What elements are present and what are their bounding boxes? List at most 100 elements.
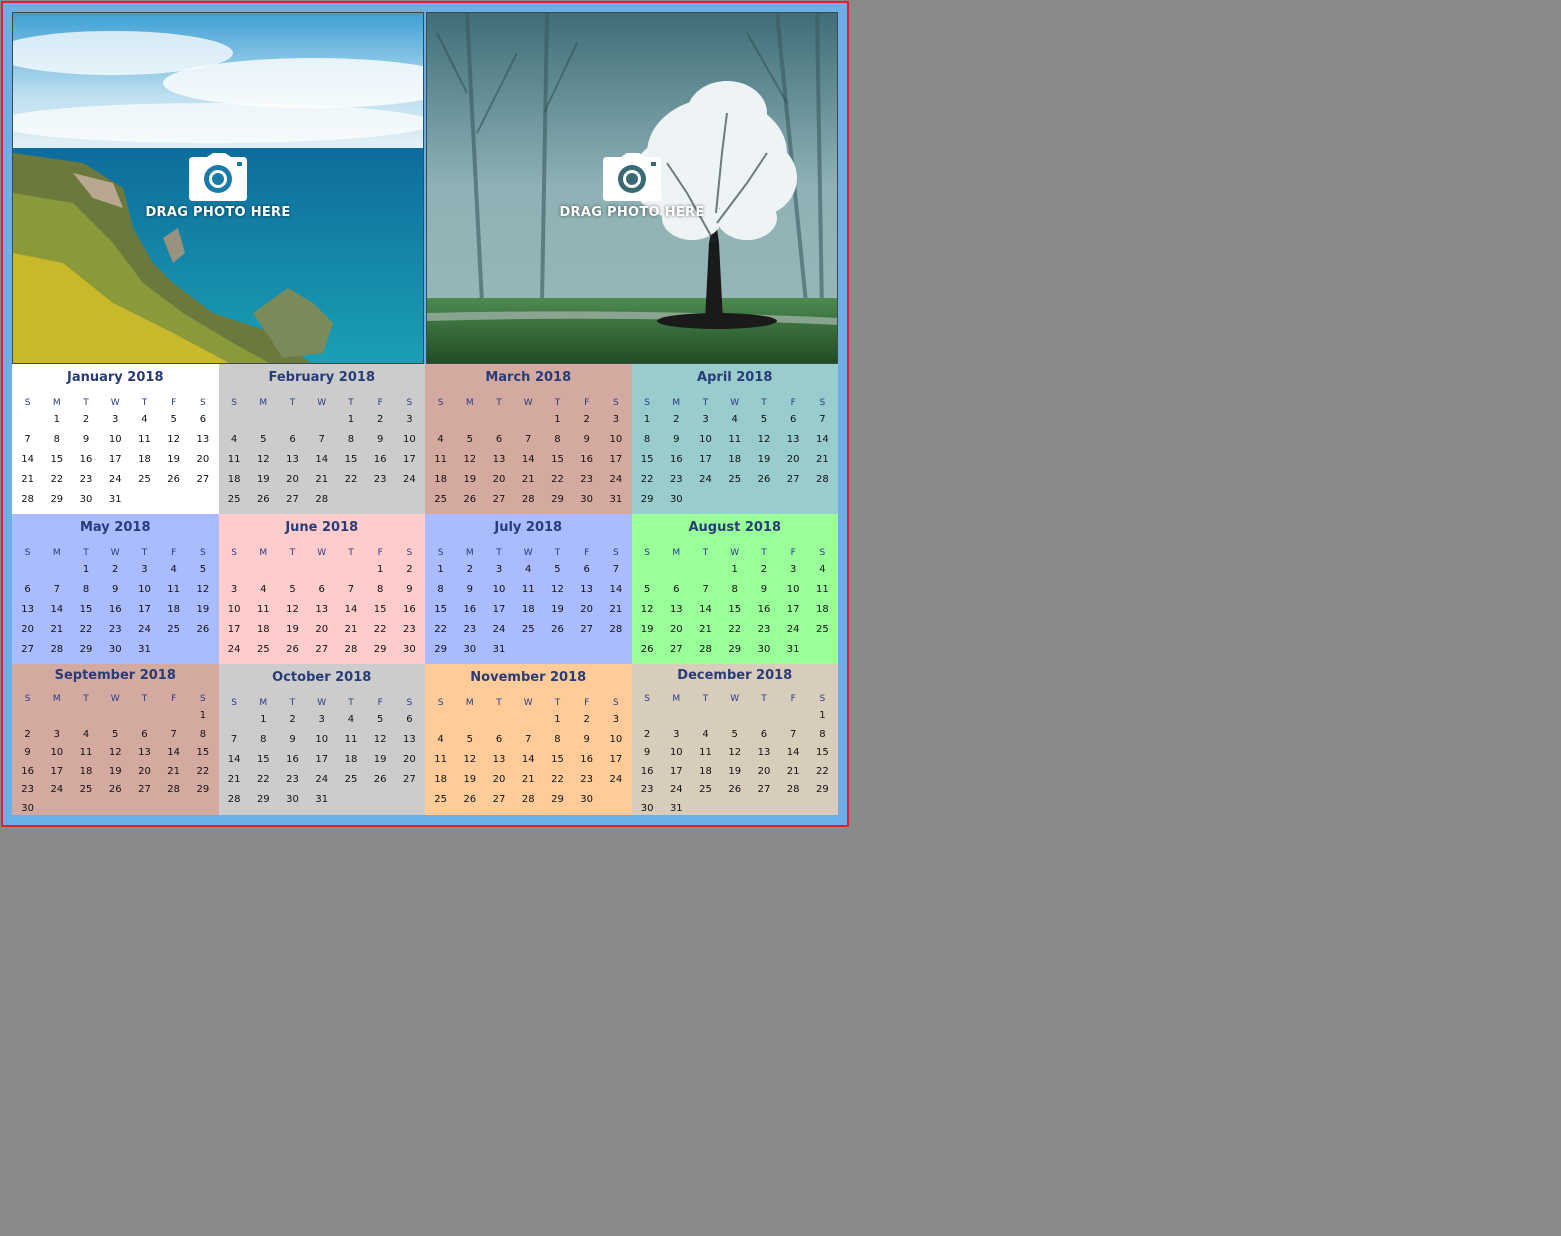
day-cell: 20 bbox=[315, 624, 329, 635]
day-cell: 16 bbox=[403, 604, 416, 615]
drag-photo-label: DRAG PHOTO HERE bbox=[145, 205, 291, 220]
day-cell: 6 bbox=[495, 434, 503, 445]
day-cell: 9 bbox=[112, 584, 119, 595]
day-cell: 5 bbox=[289, 584, 296, 595]
month-title: October 2018 bbox=[272, 670, 372, 685]
weekday-header: W bbox=[110, 694, 120, 704]
day-cell: 19 bbox=[640, 624, 654, 635]
day-cell: 16 bbox=[108, 604, 122, 615]
day-cell: 15 bbox=[728, 604, 742, 615]
day-cell-empty bbox=[633, 560, 662, 580]
day-cell: 2 bbox=[643, 728, 651, 740]
day-cell: 2 bbox=[466, 564, 473, 575]
weekday-header: W bbox=[523, 398, 533, 408]
day-cell: 8 bbox=[53, 434, 60, 445]
day-cell: 7 bbox=[170, 728, 177, 740]
day-cell: 1 bbox=[819, 710, 826, 721]
weekday-header: T bbox=[761, 398, 767, 408]
day-cell: 21 bbox=[521, 474, 535, 485]
day-cell: 13 bbox=[669, 604, 683, 615]
day-grid: S M T W T F S 1 2 3 4 5 6 7 8 9 10 11 12 13 14 15 16 17 18 19 20 21… bbox=[219, 690, 426, 810]
day-cell: 26 bbox=[196, 624, 210, 635]
day-cell-empty bbox=[484, 410, 513, 430]
day-cell-empty bbox=[720, 706, 749, 725]
day-cell: 15 bbox=[551, 454, 564, 465]
day-cell: 13 bbox=[757, 747, 771, 758]
month-title: February 2018 bbox=[268, 370, 375, 385]
weekday-header: T bbox=[83, 548, 89, 558]
month-march: March 2018 S M T W T F S 1 2 3 4 5 6 7 8 9 10 11 12 13 14 15 16… bbox=[425, 364, 632, 514]
day-cell: 5 bbox=[643, 584, 651, 595]
day-cell: 2 bbox=[583, 714, 590, 725]
day-cell: 12 bbox=[256, 454, 270, 465]
day-cell: 23 bbox=[757, 624, 771, 635]
weekday-header: M bbox=[672, 398, 681, 408]
day-cell: 7 bbox=[612, 564, 620, 575]
day-cell: 2 bbox=[583, 414, 590, 425]
day-cell: 12 bbox=[196, 584, 210, 595]
day-cell: 11 bbox=[167, 584, 181, 595]
day-grid: S M T W T F S 1 2 3 4 5 6 7 8 9 10 11 12 13 14 15 16 17 18 19 20 21… bbox=[632, 540, 839, 660]
day-cell: 8 bbox=[437, 584, 444, 595]
day-cell: 18 bbox=[167, 604, 181, 615]
day-cell: 6 bbox=[673, 584, 680, 595]
day-cell: 17 bbox=[699, 454, 712, 465]
day-cell: 4 bbox=[437, 734, 444, 745]
day-cell: 21 bbox=[21, 474, 34, 485]
day-cell: 23 bbox=[580, 474, 594, 485]
month-january: January 2018 S M T W T F S 1 2 3 4 5 6 7 8 9 10 11 12 13 14 15… bbox=[12, 364, 219, 514]
day-cell-empty bbox=[514, 410, 543, 430]
weekday-header: S bbox=[437, 398, 444, 408]
weekday-header: W bbox=[730, 398, 740, 408]
day-cell: 8 bbox=[347, 434, 355, 445]
day-cell: 9 bbox=[673, 434, 680, 445]
weekday-header: S bbox=[613, 548, 619, 558]
month-title: November 2018 bbox=[470, 670, 587, 685]
weekday-header: F bbox=[377, 548, 383, 558]
day-cell: 26 bbox=[463, 794, 477, 805]
day-cell: 30 bbox=[580, 494, 594, 505]
day-cell: 22 bbox=[434, 624, 447, 635]
day-cell: 19 bbox=[757, 454, 771, 465]
month-grid: January 2018 S M T W T F S 1 2 3 4 5 6 7 8 9 10 11 12 13 14 15… bbox=[12, 364, 838, 815]
day-cell: 21 bbox=[50, 624, 64, 635]
photo-slot-1[interactable]: DRAG PHOTO HERE bbox=[12, 12, 424, 364]
day-cell: 3 bbox=[318, 714, 325, 725]
day-cell: 1 bbox=[347, 414, 355, 425]
day-grid: S M T W T F S 1 2 3 4 5 6 7 8 9 10 11 12 13 14 15 16 17 18 19 20 21… bbox=[425, 390, 632, 510]
day-cell: 22 bbox=[344, 474, 358, 485]
photo-drop-zone-1[interactable]: DRAG PHOTO HERE bbox=[13, 153, 423, 220]
weekday-header: S bbox=[644, 694, 650, 704]
day-cell: 7 bbox=[230, 734, 238, 745]
day-cell-empty bbox=[42, 706, 71, 725]
day-cell: 24 bbox=[50, 784, 64, 795]
day-cell-empty bbox=[42, 560, 71, 580]
weekday-header: W bbox=[523, 698, 533, 708]
weekday-header: S bbox=[613, 698, 619, 708]
month-february: February 2018 S M T W T F S 1 2 3 4 5 6 7 8 9 10 11 12 13 14 1… bbox=[218, 364, 425, 514]
day-cell: 9 bbox=[406, 584, 413, 595]
weekday-header: S bbox=[406, 398, 413, 408]
day-cell: 8 bbox=[819, 728, 826, 740]
month-title: June 2018 bbox=[285, 520, 359, 535]
day-cell: 17 bbox=[609, 754, 623, 765]
photo-slot-2[interactable]: DRAG PHOTO HERE bbox=[426, 12, 838, 364]
weekday-header: T bbox=[348, 698, 354, 708]
day-cell: 27 bbox=[21, 644, 34, 655]
day-cell: 13 bbox=[492, 754, 506, 765]
day-cell: 31 bbox=[786, 644, 800, 655]
photo-drop-zone-2[interactable]: DRAG PHOTO HERE bbox=[427, 153, 837, 220]
day-cell: 11 bbox=[227, 454, 241, 465]
weekday-header: S bbox=[200, 548, 206, 558]
day-cell: 6 bbox=[24, 584, 31, 595]
day-cell-empty bbox=[455, 410, 484, 430]
day-cell: 29 bbox=[373, 644, 387, 655]
day-cell: 19 bbox=[108, 765, 122, 777]
day-cell: 25 bbox=[434, 494, 447, 505]
weekday-header: T bbox=[554, 548, 561, 558]
day-cell: 18 bbox=[816, 604, 829, 615]
day-cell: 22 bbox=[816, 765, 829, 777]
day-cell-empty bbox=[749, 706, 778, 725]
day-cell: 28 bbox=[816, 474, 829, 485]
day-cell: 30 bbox=[286, 794, 299, 805]
